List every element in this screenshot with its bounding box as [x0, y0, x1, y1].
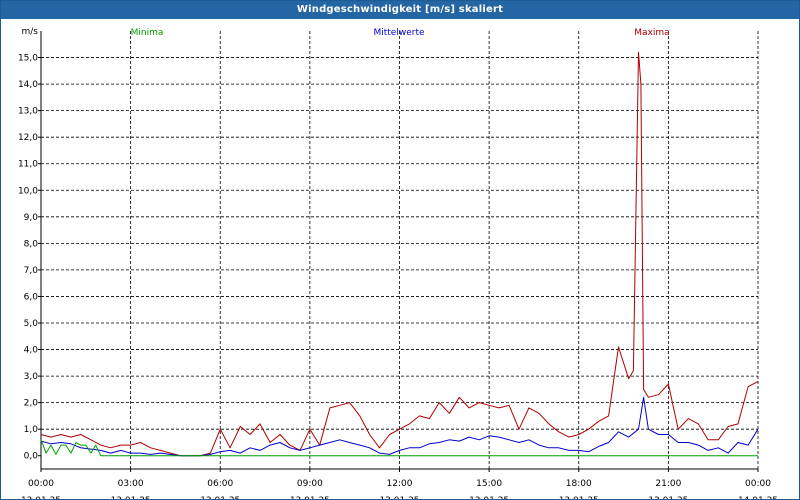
- line-chart: 0,0 1,0 2,0 3,0 4,0 5,0 6,0 7,0 8,0 9,0 10,0 11,0 12…: [18, 27, 778, 499]
- y-axis-unit: m/s: [22, 27, 39, 37]
- x-tick-date-label: 13.01.25: [111, 496, 151, 499]
- chart-ticks: 0,0 1,0 2,0 3,0 4,0 5,0 6,0 7,0 8,0 9,0 10,0 11,0 12…: [18, 27, 778, 499]
- y-tick-label: 10,0: [18, 186, 38, 196]
- x-tick-time-label: 09:00: [297, 479, 323, 489]
- chart-window: Windgeschwindigkeit [m/s] skaliert 0,0 1,…: [0, 0, 800, 500]
- y-tick-label: 2,0: [24, 399, 39, 409]
- y-tick-label: 6,0: [24, 292, 39, 302]
- x-tick-time-label: 03:00: [118, 479, 144, 489]
- chart-legend: Minima Mittelwerte Maxima: [131, 28, 670, 38]
- x-tick-time-label: 12:00: [387, 479, 413, 489]
- y-tick-label: 3,0: [24, 372, 39, 382]
- x-tick-date-label: 13.01.25: [290, 496, 330, 499]
- x-tick-date-label: 13.01.25: [469, 496, 509, 499]
- x-tick-time-label: 21:00: [655, 479, 681, 489]
- y-tick-label: 7,0: [24, 266, 39, 276]
- y-tick-label: 4,0: [24, 346, 39, 356]
- y-tick-label: 13,0: [18, 107, 38, 117]
- y-tick-label: 1,0: [24, 425, 39, 435]
- x-tick-date-label: 13.01.25: [21, 496, 61, 499]
- y-tick-label: 9,0: [24, 213, 39, 223]
- x-tick-date-label: 14.01.25: [738, 496, 778, 499]
- legend-label-minima: Minima: [131, 28, 164, 38]
- x-tick-time-label: 18:00: [566, 479, 592, 489]
- y-tick-label: 12,0: [18, 133, 38, 143]
- y-tick-label: 8,0: [24, 239, 39, 249]
- x-tick-time-label: 15:00: [476, 479, 502, 489]
- window-title: Windgeschwindigkeit [m/s] skaliert: [1, 1, 799, 19]
- legend-label-mittelwerte: Mittelwerte: [373, 28, 424, 38]
- x-tick-date-label: 13.01.25: [200, 496, 240, 499]
- y-tick-label: 5,0: [24, 319, 39, 329]
- x-tick-time-label: 00:00: [745, 479, 771, 489]
- legend-label-maxima: Maxima: [634, 28, 669, 38]
- x-tick-time-label: 06:00: [207, 479, 233, 489]
- y-tick-label: 15,0: [18, 54, 38, 64]
- y-tick-label: 11,0: [18, 160, 38, 170]
- chart-grid: [41, 31, 759, 469]
- x-tick-date-label: 13.01.25: [559, 496, 599, 499]
- x-tick-date-label: 13.01.25: [648, 496, 688, 499]
- y-tick-label: 0,0: [24, 452, 39, 462]
- x-tick-date-label: 13.01.25: [379, 496, 419, 499]
- y-tick-label: 14,0: [18, 80, 38, 90]
- x-tick-time-label: 00:00: [28, 479, 54, 489]
